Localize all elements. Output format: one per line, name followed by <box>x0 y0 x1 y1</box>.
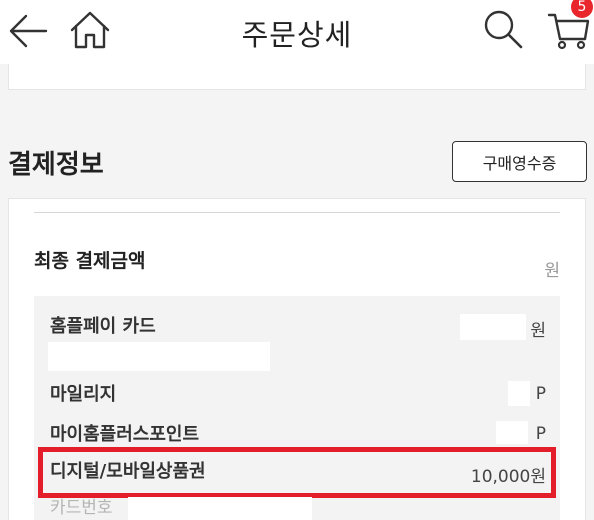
final-amount-value: 원 <box>544 261 560 281</box>
receipt-button[interactable]: 구매영수증 <box>452 141 587 182</box>
point-value: P <box>535 424 546 444</box>
previous-card <box>8 64 586 90</box>
payment-method-value: 원 <box>530 321 546 341</box>
section-title: 결제정보 <box>8 150 104 180</box>
search-icon[interactable] <box>482 8 524 50</box>
masked-card-info <box>48 342 270 371</box>
masked-card-number <box>128 497 312 520</box>
masked-point <box>496 421 528 444</box>
app-header: 주문상세 5 <box>0 0 594 64</box>
payment-method-label: 홈플페이 카드 <box>50 316 156 337</box>
divider <box>34 212 560 213</box>
highlight-box <box>38 447 556 498</box>
card-number-label: 카드번호 <box>50 498 113 518</box>
masked-mileage <box>508 381 530 406</box>
mileage-value: P <box>535 384 546 404</box>
mileage-label: 마일리지 <box>50 384 117 405</box>
final-amount-label: 최종 결제금액 <box>34 250 146 272</box>
masked-amount <box>460 314 526 340</box>
point-label: 마이홈플러스포인트 <box>50 424 200 445</box>
